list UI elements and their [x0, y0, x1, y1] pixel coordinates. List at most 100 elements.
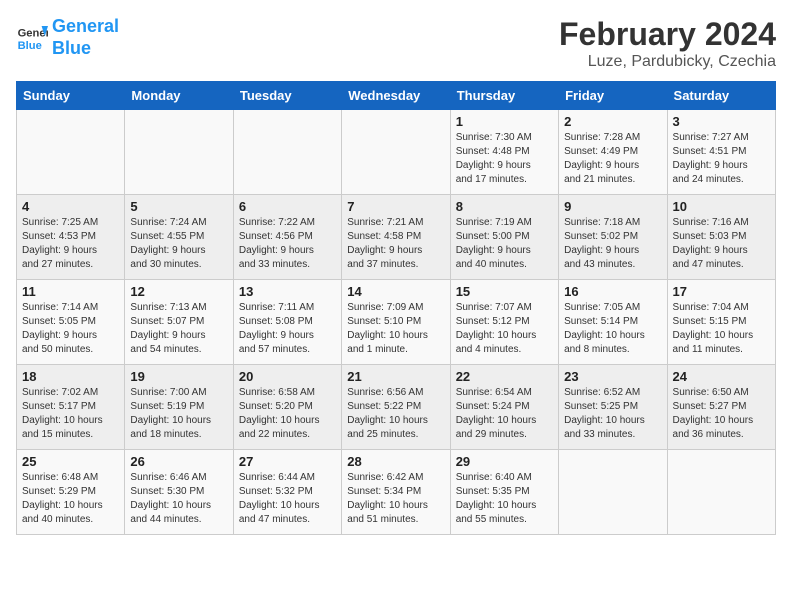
location: Luze, Pardubicky, Czechia [559, 53, 776, 71]
month-year: February 2024 [559, 16, 776, 53]
calendar-cell [125, 110, 233, 195]
calendar-cell [667, 450, 775, 535]
day-info: Sunrise: 6:42 AMSunset: 5:34 PMDaylight:… [347, 471, 444, 527]
day-number: 29 [456, 454, 553, 469]
svg-text:Blue: Blue [18, 40, 42, 52]
weekday-header-monday: Monday [125, 82, 233, 110]
logo-general: General [52, 16, 119, 36]
day-info: Sunrise: 7:11 AMSunset: 5:08 PMDaylight:… [239, 301, 336, 357]
day-info: Sunrise: 6:40 AMSunset: 5:35 PMDaylight:… [456, 471, 553, 527]
day-number: 7 [347, 199, 444, 214]
day-number: 15 [456, 284, 553, 299]
calendar-cell: 25 Sunrise: 6:48 AMSunset: 5:29 PMDayligh… [17, 450, 125, 535]
day-info: Sunrise: 7:19 AMSunset: 5:00 PMDaylight:… [456, 216, 553, 272]
day-info: Sunrise: 7:05 AMSunset: 5:14 PMDaylight:… [564, 301, 661, 357]
calendar-cell: 8 Sunrise: 7:19 AMSunset: 5:00 PMDaylight… [450, 195, 558, 280]
weekday-header-saturday: Saturday [667, 82, 775, 110]
day-info: Sunrise: 7:25 AMSunset: 4:53 PMDaylight:… [22, 216, 119, 272]
day-info: Sunrise: 6:46 AMSunset: 5:30 PMDaylight:… [130, 471, 227, 527]
header: General Blue General Blue February 2024 … [16, 16, 776, 71]
logo-blue: Blue [52, 38, 91, 58]
calendar-cell: 11 Sunrise: 7:14 AMSunset: 5:05 PMDayligh… [17, 280, 125, 365]
day-info: Sunrise: 7:21 AMSunset: 4:58 PMDaylight:… [347, 216, 444, 272]
day-info: Sunrise: 6:56 AMSunset: 5:22 PMDaylight:… [347, 386, 444, 442]
calendar-cell: 17Sunrise: 7:04 AMSunset: 5:15 PMDayligh… [667, 280, 775, 365]
day-info: Sunrise: 7:18 AMSunset: 5:02 PMDaylight:… [564, 216, 661, 272]
day-number: 27 [239, 454, 336, 469]
day-info: Sunrise: 7:16 AMSunset: 5:03 PMDaylight:… [673, 216, 770, 272]
calendar-cell: 4 Sunrise: 7:25 AMSunset: 4:53 PMDaylight… [17, 195, 125, 280]
day-number: 12 [130, 284, 227, 299]
title-area: February 2024 Luze, Pardubicky, Czechia [559, 16, 776, 71]
day-number: 21 [347, 369, 444, 384]
calendar-cell: 18 Sunrise: 7:02 AMSunset: 5:17 PMDayligh… [17, 365, 125, 450]
day-number: 8 [456, 199, 553, 214]
day-number: 16 [564, 284, 661, 299]
calendar-cell: 2 Sunrise: 7:28 AMSunset: 4:49 PMDaylight… [559, 110, 667, 195]
calendar-cell: 1Sunrise: 7:30 AMSunset: 4:48 PMDaylight… [450, 110, 558, 195]
calendar-week-1: 1Sunrise: 7:30 AMSunset: 4:48 PMDaylight… [17, 110, 776, 195]
day-number: 11 [22, 284, 119, 299]
day-number: 1 [456, 114, 553, 129]
day-number: 23 [564, 369, 661, 384]
day-info: Sunrise: 6:50 AMSunset: 5:27 PMDaylight:… [673, 386, 770, 442]
weekday-header-sunday: Sunday [17, 82, 125, 110]
day-info: Sunrise: 7:24 AMSunset: 4:55 PMDaylight:… [130, 216, 227, 272]
calendar-cell [559, 450, 667, 535]
calendar-cell [17, 110, 125, 195]
calendar-cell: 23Sunrise: 6:52 AMSunset: 5:25 PMDayligh… [559, 365, 667, 450]
calendar-cell: 10 Sunrise: 7:16 AMSunset: 5:03 PMDayligh… [667, 195, 775, 280]
day-number: 4 [22, 199, 119, 214]
day-info: Sunrise: 7:13 AMSunset: 5:07 PMDaylight:… [130, 301, 227, 357]
calendar-cell: 27 Sunrise: 6:44 AMSunset: 5:32 PMDayligh… [233, 450, 341, 535]
day-info: Sunrise: 7:14 AMSunset: 5:05 PMDaylight:… [22, 301, 119, 357]
calendar-cell: 15Sunrise: 7:07 AMSunset: 5:12 PMDayligh… [450, 280, 558, 365]
calendar-cell: 29 Sunrise: 6:40 AMSunset: 5:35 PMDayligh… [450, 450, 558, 535]
calendar-cell: 3Sunrise: 7:27 AMSunset: 4:51 PMDaylight… [667, 110, 775, 195]
calendar-table: SundayMondayTuesdayWednesdayThursdayFrid… [16, 81, 776, 535]
day-info: Sunrise: 7:00 AMSunset: 5:19 PMDaylight:… [130, 386, 227, 442]
day-number: 24 [673, 369, 770, 384]
day-info: Sunrise: 7:22 AMSunset: 4:56 PMDaylight:… [239, 216, 336, 272]
calendar-week-3: 11 Sunrise: 7:14 AMSunset: 5:05 PMDayligh… [17, 280, 776, 365]
day-number: 18 [22, 369, 119, 384]
day-number: 26 [130, 454, 227, 469]
logo-text: General Blue [52, 16, 119, 59]
weekday-header-row: SundayMondayTuesdayWednesdayThursdayFrid… [17, 82, 776, 110]
day-number: 9 [564, 199, 661, 214]
day-info: Sunrise: 7:09 AMSunset: 5:10 PMDaylight:… [347, 301, 444, 357]
day-info: Sunrise: 6:48 AMSunset: 5:29 PMDaylight:… [22, 471, 119, 527]
day-info: Sunrise: 7:02 AMSunset: 5:17 PMDaylight:… [22, 386, 119, 442]
calendar-cell [233, 110, 341, 195]
day-number: 13 [239, 284, 336, 299]
day-number: 2 [564, 114, 661, 129]
weekday-header-wednesday: Wednesday [342, 82, 450, 110]
day-number: 19 [130, 369, 227, 384]
calendar-cell: 13 Sunrise: 7:11 AMSunset: 5:08 PMDayligh… [233, 280, 341, 365]
calendar-cell: 7 Sunrise: 7:21 AMSunset: 4:58 PMDaylight… [342, 195, 450, 280]
day-number: 22 [456, 369, 553, 384]
day-info: Sunrise: 7:04 AMSunset: 5:15 PMDaylight:… [673, 301, 770, 357]
day-info: Sunrise: 6:44 AMSunset: 5:32 PMDaylight:… [239, 471, 336, 527]
calendar-week-5: 25 Sunrise: 6:48 AMSunset: 5:29 PMDayligh… [17, 450, 776, 535]
weekday-header-thursday: Thursday [450, 82, 558, 110]
calendar-cell: 26 Sunrise: 6:46 AMSunset: 5:30 PMDayligh… [125, 450, 233, 535]
day-number: 14 [347, 284, 444, 299]
calendar-cell: 16 Sunrise: 7:05 AMSunset: 5:14 PMDayligh… [559, 280, 667, 365]
day-info: Sunrise: 7:28 AMSunset: 4:49 PMDaylight:… [564, 131, 661, 187]
calendar-cell: 12 Sunrise: 7:13 AMSunset: 5:07 PMDayligh… [125, 280, 233, 365]
day-number: 20 [239, 369, 336, 384]
calendar-week-2: 4 Sunrise: 7:25 AMSunset: 4:53 PMDaylight… [17, 195, 776, 280]
day-number: 25 [22, 454, 119, 469]
logo-icon: General Blue [16, 22, 48, 54]
day-number: 10 [673, 199, 770, 214]
calendar-cell: 24 Sunrise: 6:50 AMSunset: 5:27 PMDayligh… [667, 365, 775, 450]
calendar-week-4: 18 Sunrise: 7:02 AMSunset: 5:17 PMDayligh… [17, 365, 776, 450]
calendar-cell: 22 Sunrise: 6:54 AMSunset: 5:24 PMDayligh… [450, 365, 558, 450]
day-number: 3 [673, 114, 770, 129]
day-info: Sunrise: 6:54 AMSunset: 5:24 PMDaylight:… [456, 386, 553, 442]
calendar-cell: 14 Sunrise: 7:09 AMSunset: 5:10 PMDayligh… [342, 280, 450, 365]
logo: General Blue General Blue [16, 16, 119, 59]
calendar-cell: 21 Sunrise: 6:56 AMSunset: 5:22 PMDayligh… [342, 365, 450, 450]
calendar-cell: 6Sunrise: 7:22 AMSunset: 4:56 PMDaylight… [233, 195, 341, 280]
